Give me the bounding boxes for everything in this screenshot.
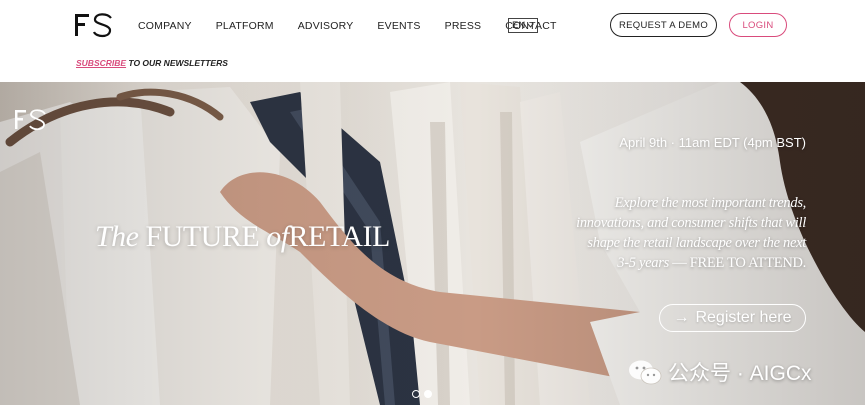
carousel-dot-2[interactable] xyxy=(424,390,432,398)
title-retail: RETAIL xyxy=(288,220,391,253)
title-future: FUTURE xyxy=(145,220,260,253)
language-select[interactable]: EN xyxy=(508,18,539,33)
carousel-dots xyxy=(412,390,432,398)
right-arrow-icon: → xyxy=(673,309,690,326)
chevron-down-icon xyxy=(527,23,535,28)
hero-title: The FUTURE ofRETAIL xyxy=(95,220,390,254)
title-the: The xyxy=(95,220,139,253)
event-description: Explore the most important trends, innov… xyxy=(576,193,806,273)
main-nav: COMPANY PLATFORM ADVISORY EVENTS PRESS C… xyxy=(138,19,557,33)
event-date: April 9th · 11am EDT (4pm BST) xyxy=(619,135,806,150)
request-demo-button[interactable]: REQUEST A DEMO xyxy=(610,13,717,37)
newsletter-subscribe-line: SUBSCRIBE TO OUR NEWSLETTERS xyxy=(76,58,228,68)
nav-advisory[interactable]: ADVISORY xyxy=(298,20,354,32)
hero-fs-logo xyxy=(15,109,46,131)
wechat-watermark: 公众号 · AIGCx xyxy=(628,357,812,387)
hero-banner: The FUTURE ofRETAIL April 9th · 11am EDT… xyxy=(0,82,865,405)
language-value: EN xyxy=(512,20,526,31)
subscribe-text: TO OUR NEWSLETTERS xyxy=(126,58,228,68)
nav-press[interactable]: PRESS xyxy=(445,20,482,32)
login-button[interactable]: LOGIN xyxy=(729,13,787,37)
watermark-text: 公众号 · AIGCx xyxy=(668,362,812,385)
site-header: COMPANY PLATFORM ADVISORY EVENTS PRESS C… xyxy=(0,0,865,82)
fs-logo[interactable] xyxy=(74,12,114,38)
free-note: — FREE TO ATTEND. xyxy=(668,255,806,271)
carousel-dot-1[interactable] xyxy=(412,390,420,398)
nav-company[interactable]: COMPANY xyxy=(138,20,192,32)
wechat-icon xyxy=(629,360,662,385)
nav-events[interactable]: EVENTS xyxy=(377,20,420,32)
subscribe-link[interactable]: SUBSCRIBE xyxy=(76,58,126,68)
register-button[interactable]: → Register here xyxy=(659,304,806,332)
nav-platform[interactable]: PLATFORM xyxy=(216,20,274,32)
register-label: Register here xyxy=(695,309,792,326)
title-of: of xyxy=(266,220,289,253)
